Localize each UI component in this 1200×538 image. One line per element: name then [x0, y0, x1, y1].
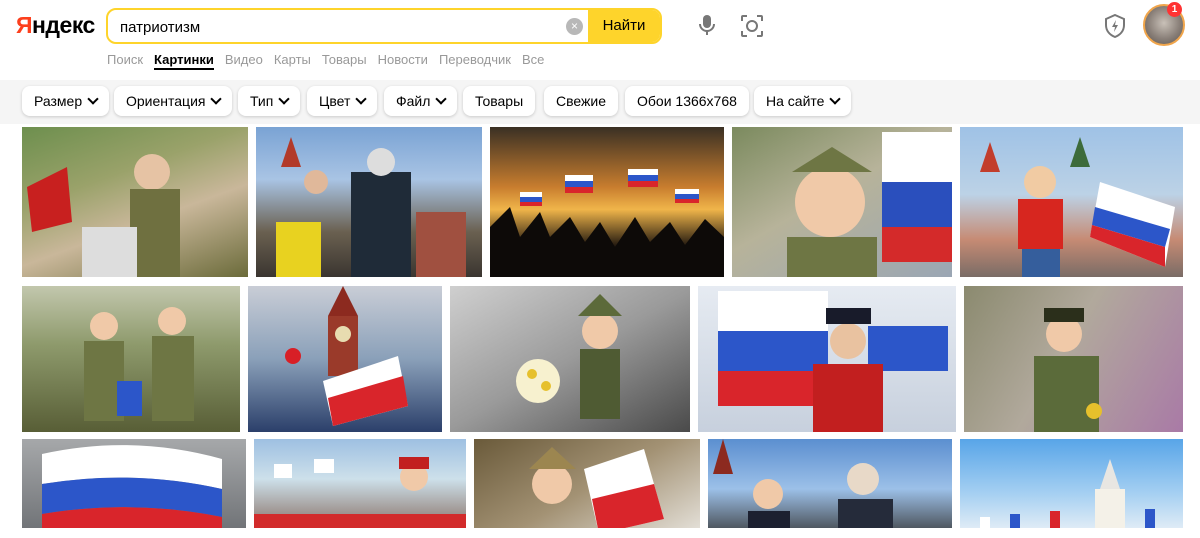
image-result[interactable] [490, 127, 724, 277]
tab-video[interactable]: Видео [225, 52, 263, 70]
filter-wallpaper[interactable]: Обои 1366x768 [625, 86, 749, 116]
filter-color[interactable]: Цвет [307, 86, 378, 116]
image-result[interactable] [960, 127, 1183, 277]
image-result[interactable] [256, 127, 482, 277]
search-input[interactable] [118, 10, 562, 42]
filter-orientation[interactable]: Ориентация [114, 86, 233, 116]
filter-type[interactable]: Тип [238, 86, 301, 116]
tab-search[interactable]: Поиск [107, 52, 143, 70]
filter-file[interactable]: Файл [384, 86, 458, 116]
image-result[interactable] [22, 127, 248, 277]
chevron-down-icon [87, 93, 99, 105]
image-result[interactable] [960, 439, 1183, 538]
chevron-down-icon [435, 93, 448, 105]
tab-images[interactable]: Картинки [154, 52, 214, 70]
tab-news[interactable]: Новости [378, 52, 428, 70]
search-button[interactable]: Найти [588, 10, 660, 42]
chevron-down-icon [355, 93, 368, 105]
chevron-down-icon [829, 93, 842, 105]
image-result[interactable] [964, 286, 1183, 432]
tab-goods[interactable]: Товары [322, 52, 367, 70]
filter-on-site[interactable]: На сайте [754, 86, 852, 116]
image-result[interactable] [732, 127, 952, 277]
camera-lens-icon[interactable] [740, 14, 764, 38]
filter-goods[interactable]: Товары [463, 86, 536, 116]
chevron-down-icon [278, 93, 291, 105]
tab-maps[interactable]: Карты [274, 52, 311, 70]
image-result[interactable] [708, 439, 952, 538]
shield-icon[interactable] [1104, 14, 1126, 38]
page-bottom-edge [0, 528, 1200, 538]
filter-bar: Размер Ориентация Тип Цвет Файл Товары С… [0, 80, 1200, 124]
clear-search-icon[interactable]: × [566, 18, 583, 35]
image-result[interactable] [698, 286, 956, 432]
image-result[interactable] [22, 286, 240, 432]
image-result[interactable] [248, 286, 442, 432]
image-result[interactable] [22, 439, 246, 538]
search-tabs: Поиск Картинки Видео Карты Товары Новост… [107, 52, 544, 70]
chevron-down-icon [210, 93, 223, 105]
microphone-icon[interactable] [698, 14, 716, 36]
image-results-grid [0, 124, 1200, 538]
header: Яндекс × Найти 1 Поиск Картинки Видео Ка… [0, 0, 1200, 80]
tab-all[interactable]: Все [522, 52, 544, 70]
search-bar: × Найти [106, 8, 662, 44]
yandex-logo[interactable]: Яндекс [16, 12, 95, 39]
notification-badge: 1 [1167, 2, 1182, 17]
image-result[interactable] [450, 286, 690, 432]
tab-translator[interactable]: Переводчик [439, 52, 511, 70]
filter-fresh[interactable]: Свежие [544, 86, 618, 116]
filter-size[interactable]: Размер [22, 86, 110, 116]
image-result[interactable] [254, 439, 466, 538]
image-result[interactable] [474, 439, 700, 538]
